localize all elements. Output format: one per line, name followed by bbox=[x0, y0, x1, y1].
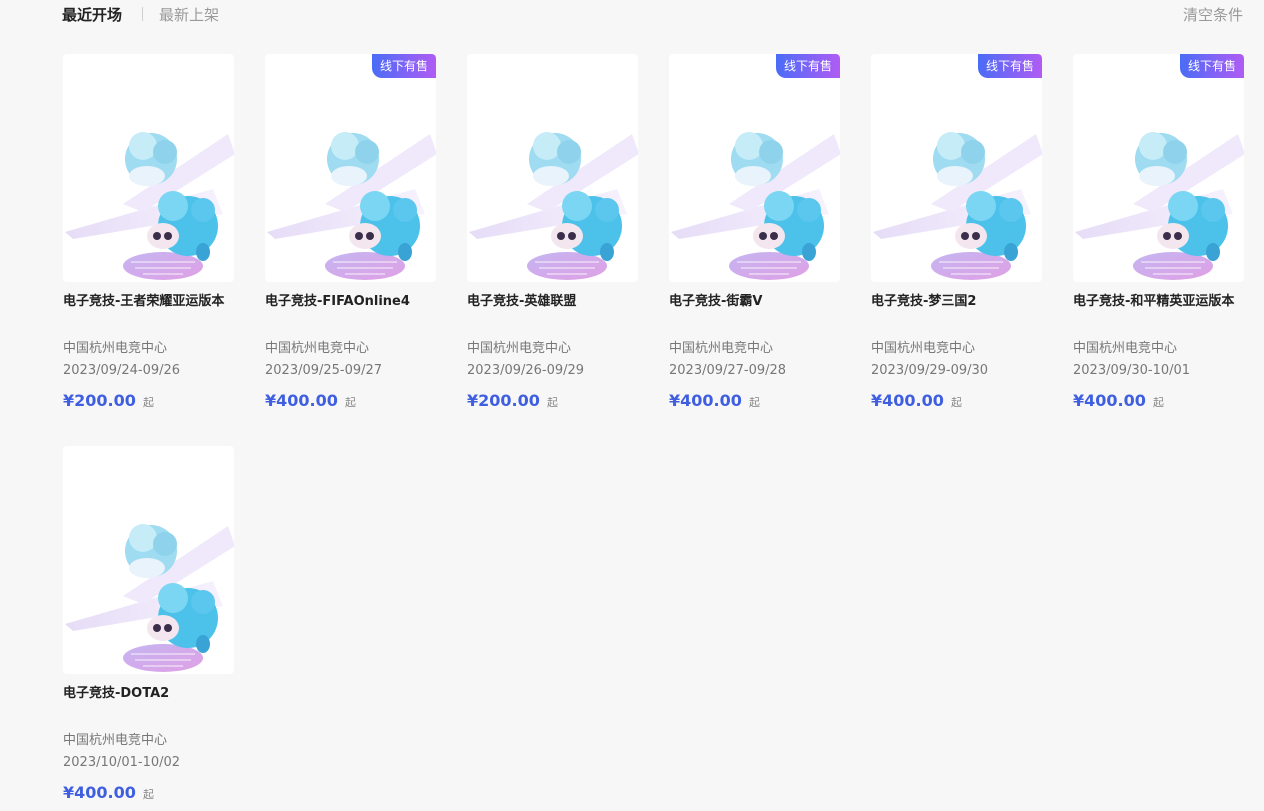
event-price: ¥200.00 bbox=[63, 391, 136, 410]
event-poster[interactable]: 线下有售 bbox=[1073, 54, 1244, 282]
event-poster[interactable] bbox=[63, 54, 234, 282]
event-venue: 中国杭州电竞中心 bbox=[63, 341, 168, 356]
offline-sale-badge: 线下有售 bbox=[977, 54, 1042, 78]
event-title[interactable]: 电子竞技-梦三国2 bbox=[871, 291, 1042, 313]
event-title[interactable]: 电子竞技-英雄联盟 bbox=[467, 291, 638, 313]
event-poster[interactable]: 线下有售 bbox=[871, 54, 1042, 282]
price-suffix: 起 bbox=[951, 396, 962, 409]
price-suffix: 起 bbox=[547, 396, 558, 409]
event-title[interactable]: 电子竞技-街霸V bbox=[669, 291, 840, 313]
sort-divider bbox=[142, 7, 143, 21]
event-dates: 2023/09/29-09/30 bbox=[871, 363, 989, 378]
offline-sale-badge: 线下有售 bbox=[371, 54, 436, 78]
event-venue: 中国杭州电竞中心 bbox=[871, 341, 976, 356]
event-dates: 2023/10/01-10/02 bbox=[63, 755, 181, 770]
event-price: ¥400.00 bbox=[1073, 391, 1146, 410]
event-price: ¥400.00 bbox=[669, 391, 742, 410]
event-poster[interactable] bbox=[467, 54, 638, 282]
price-suffix: 起 bbox=[345, 396, 356, 409]
price-suffix: 起 bbox=[1153, 396, 1164, 409]
price-suffix: 起 bbox=[143, 396, 154, 409]
event-poster[interactable]: 线下有售 bbox=[669, 54, 840, 282]
event-poster[interactable]: 线下有售 bbox=[265, 54, 436, 282]
mascot-image bbox=[266, 131, 436, 281]
event-venue: 中国杭州电竞中心 bbox=[669, 341, 774, 356]
price-suffix: 起 bbox=[749, 396, 760, 409]
event-card[interactable]: 电子竞技-英雄联盟中国杭州电竞中心 2023/09/26-09/29 ¥200.00… bbox=[467, 54, 638, 414]
event-venue: 中国杭州电竞中心 bbox=[1073, 341, 1178, 356]
event-price: ¥400.00 bbox=[63, 783, 136, 802]
event-title[interactable]: 电子竞技-DOTA2 bbox=[63, 683, 234, 705]
event-price: ¥200.00 bbox=[467, 391, 540, 410]
event-title[interactable]: 电子竞技-FIFAOnline4 bbox=[265, 291, 436, 313]
event-dates: 2023/09/27-09/28 bbox=[669, 363, 787, 378]
price-suffix: 起 bbox=[143, 788, 154, 801]
sort-tab-recent[interactable]: 最近开场 bbox=[62, 5, 122, 25]
event-venue: 中国杭州电竞中心 bbox=[63, 733, 168, 748]
mascot-image bbox=[670, 131, 840, 281]
event-card[interactable]: 电子竞技-DOTA2 中国杭州电竞中心 2023/10/01-10/02 ¥400.0… bbox=[63, 446, 234, 806]
sort-bar: 最近开场 最新上架 清空条件 bbox=[62, 0, 1243, 30]
event-card[interactable]: 线下有售电子竞技-和平精英亚运版本中国杭州电竞中心 2023/09/30-10/0… bbox=[1073, 54, 1244, 414]
event-venue: 中国杭州电竞中心 bbox=[265, 341, 370, 356]
event-dates: 2023/09/30-10/01 bbox=[1073, 363, 1191, 378]
event-poster[interactable] bbox=[63, 446, 234, 674]
mascot-image bbox=[64, 131, 234, 281]
event-card[interactable]: 线下有售电子竞技-梦三国2 中国杭州电竞中心 2023/09/29-09/30 ¥40… bbox=[871, 54, 1042, 414]
event-dates: 2023/09/25-09/27 bbox=[265, 363, 383, 378]
sort-tab-newest[interactable]: 最新上架 bbox=[159, 5, 219, 25]
event-title[interactable]: 电子竞技-和平精英亚运版本 bbox=[1073, 291, 1244, 313]
clear-filters-button[interactable]: 清空条件 bbox=[1183, 5, 1243, 25]
event-dates: 2023/09/26-09/29 bbox=[467, 363, 585, 378]
offline-sale-badge: 线下有售 bbox=[1179, 54, 1244, 78]
mascot-image bbox=[468, 131, 638, 281]
mascot-image bbox=[64, 523, 234, 673]
mascot-image bbox=[872, 131, 1042, 281]
event-price: ¥400.00 bbox=[871, 391, 944, 410]
event-card[interactable]: 电子竞技-王者荣耀亚运版本中国杭州电竞中心 2023/09/24-09/26 ¥20… bbox=[63, 54, 234, 414]
event-price: ¥400.00 bbox=[265, 391, 338, 410]
event-venue: 中国杭州电竞中心 bbox=[467, 341, 572, 356]
offline-sale-badge: 线下有售 bbox=[775, 54, 840, 78]
event-dates: 2023/09/24-09/26 bbox=[63, 363, 181, 378]
mascot-image bbox=[1074, 131, 1244, 281]
event-card[interactable]: 线下有售电子竞技-FIFAOnline4 中国杭州电竞中心 2023/09/25-0… bbox=[265, 54, 436, 414]
event-card[interactable]: 线下有售电子竞技-街霸V 中国杭州电竞中心 2023/09/27-09/28 ¥400… bbox=[669, 54, 840, 414]
event-title[interactable]: 电子竞技-王者荣耀亚运版本 bbox=[63, 291, 234, 313]
